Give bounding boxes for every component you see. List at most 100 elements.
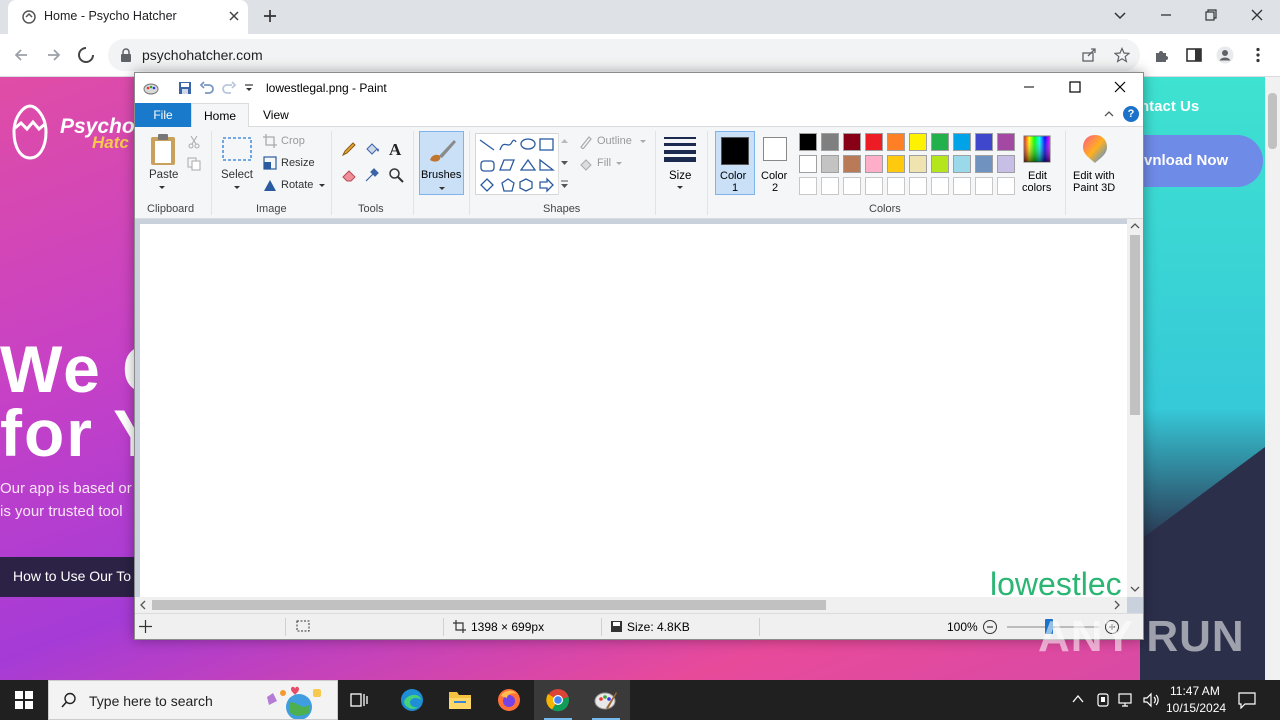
custom-color-slot[interactable] — [975, 177, 993, 195]
cut-scissors-icon[interactable] — [187, 135, 201, 149]
outline-icon[interactable] — [579, 135, 593, 149]
vertical-scroll-thumb[interactable] — [1130, 235, 1140, 415]
palette-swatch[interactable] — [887, 155, 905, 173]
shapes-gallery-scrollbar[interactable] — [558, 133, 569, 195]
custom-color-slot[interactable] — [799, 177, 817, 195]
nav-contact-link[interactable]: ntact Us — [1140, 98, 1199, 115]
palette-swatch[interactable] — [975, 133, 993, 151]
forward-icon[interactable] — [45, 46, 63, 64]
palette-swatch[interactable] — [997, 133, 1015, 151]
fill-bucket-icon[interactable] — [364, 141, 380, 157]
side-panel-icon[interactable] — [1185, 46, 1203, 64]
undo-icon[interactable] — [199, 80, 215, 96]
scroll-down-icon[interactable] — [1130, 585, 1140, 593]
scroll-right-icon[interactable] — [1113, 600, 1121, 610]
download-now-button[interactable]: vnload Now — [1140, 135, 1263, 187]
file-explorer-taskbar-button[interactable] — [436, 680, 484, 720]
task-view-icon[interactable] — [350, 691, 368, 709]
back-icon[interactable] — [12, 46, 30, 64]
clock-time[interactable]: 11:47 AM — [1170, 684, 1220, 698]
scroll-up-icon[interactable] — [1130, 222, 1140, 230]
custom-color-slot[interactable] — [909, 177, 927, 195]
paint-minimize-icon[interactable] — [1021, 79, 1037, 95]
palette-swatch[interactable] — [909, 155, 927, 173]
edit-paint3d-label-2[interactable]: Paint 3D — [1073, 182, 1115, 194]
custom-color-slot[interactable] — [821, 177, 839, 195]
drawing-canvas[interactable]: lowestlec — [140, 224, 1127, 597]
outline-label[interactable]: Outline — [597, 135, 632, 147]
palette-swatch[interactable] — [997, 155, 1015, 173]
paint-maximize-icon[interactable] — [1067, 79, 1083, 95]
outline-dropdown-icon[interactable] — [639, 139, 647, 145]
brushes-button[interactable]: Brushes — [419, 131, 464, 195]
palette-swatch[interactable] — [931, 133, 949, 151]
browser-tab[interactable]: Home - Psycho Hatcher — [8, 0, 248, 34]
palette-swatch[interactable] — [931, 155, 949, 173]
notifications-icon[interactable] — [1238, 691, 1256, 709]
scroll-left-icon[interactable] — [139, 600, 147, 610]
browser-menu-icon[interactable] — [1249, 46, 1267, 64]
crop-icon[interactable] — [263, 134, 277, 148]
custom-color-slot[interactable] — [997, 177, 1015, 195]
text-tool-icon[interactable]: A — [388, 140, 404, 158]
color-picker-icon[interactable] — [364, 167, 380, 183]
paste-label[interactable]: Paste — [149, 169, 178, 181]
eraser-icon[interactable] — [341, 167, 357, 183]
redo-icon[interactable] — [221, 80, 237, 96]
rotate-icon[interactable] — [263, 178, 277, 192]
color1-button[interactable]: Color 1 — [715, 131, 755, 195]
color2-swatch[interactable] — [763, 137, 787, 161]
zoom-out-icon[interactable] — [982, 619, 998, 635]
palette-swatch[interactable] — [799, 155, 817, 173]
size-dropdown-icon[interactable] — [675, 185, 685, 191]
copy-icon[interactable] — [187, 157, 201, 171]
canvas-horizontal-scrollbar[interactable] — [135, 597, 1127, 613]
address-bar[interactable]: psychohatcher.com — [108, 39, 1140, 71]
new-tab-icon[interactable] — [262, 8, 278, 24]
color2-label[interactable]: Color — [761, 170, 787, 182]
select-label[interactable]: Select — [221, 169, 253, 181]
select-dropdown-icon[interactable] — [232, 185, 242, 191]
palette-swatch[interactable] — [843, 133, 861, 151]
network-icon[interactable] — [1118, 692, 1136, 708]
firefox-taskbar-button[interactable] — [485, 680, 533, 720]
color2-number[interactable]: 2 — [772, 182, 778, 194]
edit-paint3d-label[interactable]: Edit with — [1073, 170, 1115, 182]
edit-colors-rainbow-icon[interactable] — [1023, 135, 1051, 163]
canvas-vertical-scrollbar[interactable] — [1127, 219, 1143, 597]
pencil-icon[interactable] — [341, 141, 357, 157]
customize-toolbar-chevron-icon[interactable] — [241, 80, 257, 96]
paste-dropdown-icon[interactable] — [157, 185, 167, 191]
paint-taskbar-button[interactable] — [582, 680, 630, 720]
tab-home[interactable]: Home — [191, 103, 249, 128]
palette-swatch[interactable] — [821, 155, 839, 173]
palette-swatch[interactable] — [975, 155, 993, 173]
palette-swatch[interactable] — [865, 155, 883, 173]
show-hidden-icons-chevron-icon[interactable] — [1072, 694, 1084, 704]
chrome-taskbar-button[interactable] — [534, 680, 582, 720]
fill-label[interactable]: Fill — [597, 157, 611, 169]
tab-file[interactable]: File — [135, 103, 191, 127]
horizontal-scroll-thumb[interactable] — [152, 600, 826, 610]
paste-clipboard-icon[interactable] — [149, 133, 177, 167]
custom-color-slot[interactable] — [953, 177, 971, 195]
rotate-dropdown-icon[interactable] — [318, 183, 326, 189]
url-text[interactable]: psychohatcher.com — [142, 47, 263, 63]
logo-subtext[interactable]: Hatc — [92, 133, 129, 153]
psycho-hatcher-egg-logo-icon[interactable] — [6, 102, 54, 164]
bookmark-star-icon[interactable] — [1114, 47, 1130, 63]
palette-swatch[interactable] — [799, 133, 817, 151]
page-scrollbar-thumb[interactable] — [1268, 93, 1277, 149]
fill-dropdown-icon[interactable] — [615, 161, 623, 167]
custom-color-slot[interactable] — [865, 177, 883, 195]
resize-icon[interactable] — [263, 156, 277, 170]
extensions-puzzle-icon[interactable] — [1153, 46, 1171, 64]
custom-color-slot[interactable] — [931, 177, 949, 195]
save-icon[interactable] — [177, 80, 193, 96]
clock-date[interactable]: 10/15/2024 — [1166, 701, 1226, 715]
volume-icon[interactable] — [1142, 692, 1160, 708]
custom-color-slot[interactable] — [843, 177, 861, 195]
minimize-icon[interactable] — [1158, 7, 1174, 23]
custom-color-slot[interactable] — [887, 177, 905, 195]
tab-close-icon[interactable] — [226, 8, 242, 24]
